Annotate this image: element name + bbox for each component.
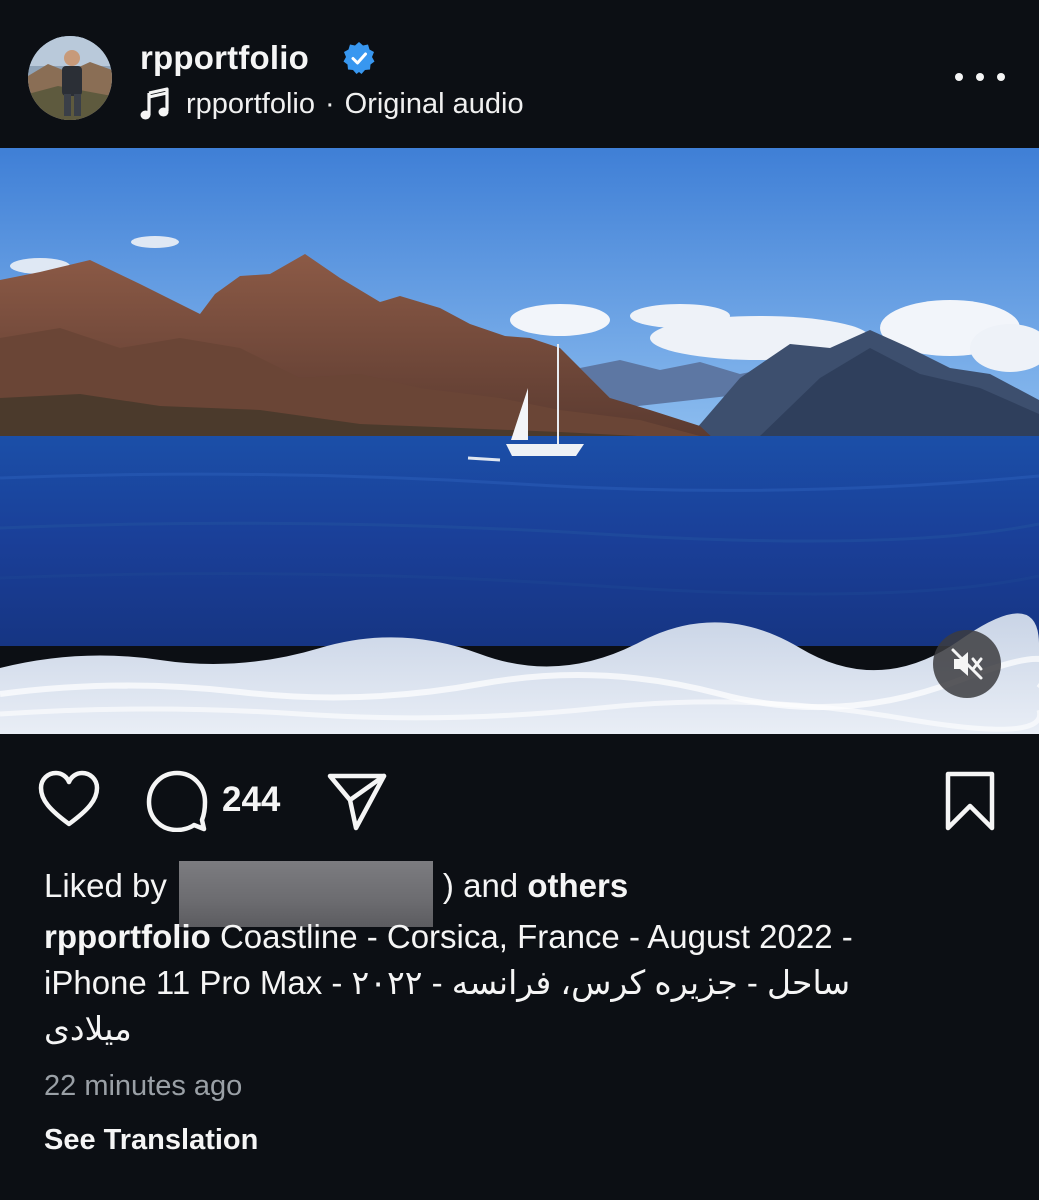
post-caption: rpportfolio Coastline - Corsica, France … [44, 914, 1004, 1052]
save-button[interactable] [944, 770, 996, 832]
caption-text-3: میلادی [44, 1010, 132, 1047]
like-button[interactable] [38, 770, 100, 828]
heart-icon [38, 770, 100, 827]
avatar[interactable] [28, 36, 112, 120]
likes-summary[interactable]: Liked by ) and others [44, 858, 628, 927]
bookmark-icon [945, 771, 995, 831]
music-note-icon [140, 87, 169, 120]
likes-prefix: Liked by [44, 867, 167, 904]
caption-text-2-latin: iPhone 11 Pro Max - [44, 964, 352, 1001]
likes-trailing: ) [442, 867, 454, 904]
audio-info[interactable]: rpportfolio · Original audio [140, 84, 524, 124]
caption-line-2: iPhone 11 Pro Max - ساحل - جزیره کرس، فر… [44, 960, 1004, 1006]
more-options-button[interactable] [955, 62, 1005, 92]
mute-button[interactable] [933, 630, 1001, 698]
caption-line-3: میلادی [44, 1006, 1004, 1052]
comment-count: 244 [222, 780, 281, 819]
caption-username[interactable]: rpportfolio [44, 918, 211, 955]
post-media[interactable] [0, 148, 1039, 734]
post-header: rpportfolio rpportfolio · Original audio [0, 0, 1039, 148]
post-timestamp: 22 minutes ago [44, 1070, 243, 1102]
speaker-muted-icon [951, 648, 983, 680]
audio-separator: · [324, 87, 335, 120]
audio-label: Original audio [344, 87, 524, 120]
sea-coastline-photo [0, 148, 1039, 734]
comment-button[interactable] [146, 770, 208, 832]
caption-text-2-persian: ساحل - جزیره کرس، فرانسه - ۲۰۲۲ [351, 964, 851, 1001]
comment-bubble-icon [146, 770, 208, 832]
likes-others[interactable]: others [527, 858, 628, 914]
share-button[interactable] [326, 770, 388, 832]
likes-middle: and [453, 867, 528, 904]
caption-text-1: Coastline - Corsica, France - August 202… [219, 918, 853, 955]
more-horizontal-icon [955, 73, 963, 81]
post-username[interactable]: rpportfolio [140, 38, 309, 78]
audio-artist: rpportfolio [186, 87, 315, 120]
caption-line-1: rpportfolio Coastline - Corsica, France … [44, 914, 1004, 960]
action-bar: 244 [0, 760, 1039, 840]
verified-badge-icon [343, 42, 375, 74]
see-translation-button[interactable]: See Translation [44, 1120, 258, 1160]
